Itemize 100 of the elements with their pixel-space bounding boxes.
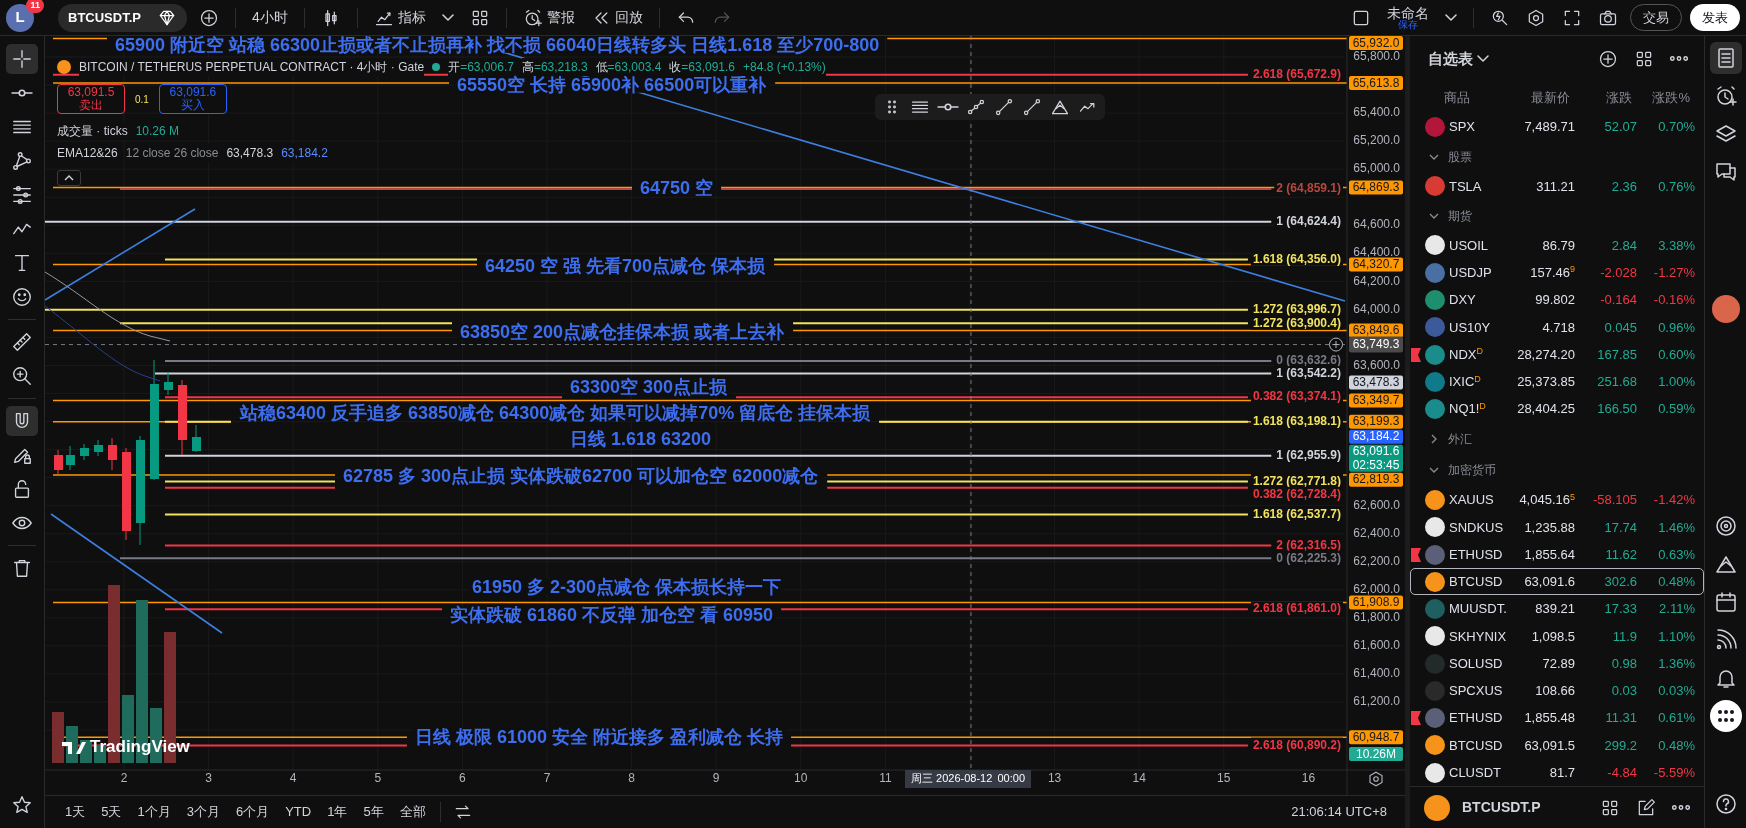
magnet-tool[interactable] — [6, 406, 38, 436]
ruler-icon — [11, 331, 33, 353]
crosshair-tool[interactable] — [6, 44, 38, 74]
watchlist-row[interactable]: BTCUSD 63,091.5 299.2 0.48% — [1410, 731, 1704, 760]
watchlist-row[interactable]: US10Y 4.718 0.045 0.96% — [1410, 313, 1704, 341]
symbol-search[interactable]: BTCUSDT.P — [58, 3, 187, 32]
price-change: +84.8 (+0.13%) — [743, 58, 826, 76]
symbol-name: US10Y — [1449, 318, 1492, 337]
group-header[interactable]: 加密货币 — [1410, 454, 1704, 487]
symbol-name: DXY — [1449, 291, 1477, 310]
level-label: 1.272 (63,900.4) — [1252, 315, 1341, 330]
watchlist-row[interactable]: IXIC$^{D}$ 25,373.85 251.68 1.00% — [1410, 368, 1704, 396]
price-tag: 65,613.8 — [1349, 75, 1403, 91]
sell-button[interactable]: 63,091.5 卖出 — [57, 84, 125, 114]
watchlist-row[interactable]: USDJP 157.46$^{9}$ -2.028 -1.27% — [1410, 259, 1704, 287]
time-axis-label: 16 — [1301, 771, 1316, 786]
replay-button[interactable]: 回放 — [586, 5, 647, 30]
interval-button[interactable]: 4小时 — [247, 5, 292, 30]
symbol-name: SKHYNIX — [1449, 627, 1508, 646]
buy-button[interactable]: 63,091.6 买入 — [158, 84, 227, 114]
range-button[interactable]: 6个月 — [229, 800, 276, 824]
price-change: -0.164 — [1599, 291, 1637, 310]
node-network-icon — [11, 150, 33, 172]
group-header[interactable]: 期货 — [1410, 200, 1704, 232]
apps-button[interactable] — [1709, 700, 1742, 732]
symbol-name: TSLA — [1449, 177, 1483, 196]
watchlist-row[interactable]: SPCXUS 108.66 0.03 0.03% — [1410, 677, 1704, 705]
settings-icon — [1526, 7, 1546, 28]
symbol-name: IXIC$^{D}$ — [1449, 372, 1482, 392]
caret-icon — [1477, 55, 1489, 63]
range-button[interactable]: 1天 — [59, 800, 92, 824]
candle — [192, 424, 201, 453]
chart-note: 日线 极限 61000 安全 附近接多 盈利减仓 长持 — [415, 726, 784, 747]
last-price: 86.79 — [1541, 236, 1575, 255]
watchlist-button[interactable] — [1709, 42, 1742, 74]
price-tag: 63,478.3 — [1349, 375, 1403, 390]
watchlist-row[interactable]: NQ1!$^{D}$ 28,404.25 166.50 0.59% — [1410, 395, 1704, 423]
column-header[interactable]: 涨跌% — [1632, 87, 1690, 108]
time-axis-label: 10 — [794, 771, 808, 786]
price-axis-label: 61,600.0 — [1353, 638, 1400, 653]
layout-name-button[interactable]: 未命名 保存 — [1383, 3, 1433, 32]
symbol-name: USOIL — [1449, 236, 1489, 255]
watchlist-row[interactable]: TSLA 311.21 2.36 0.76% — [1410, 172, 1704, 200]
price-axis-label: 62,400.0 — [1353, 525, 1400, 540]
range-button[interactable]: 5年 — [357, 800, 390, 824]
price-change: 0.045 — [1603, 318, 1637, 337]
time-axis-label: 3 — [205, 771, 212, 786]
watchlist-row[interactable]: SNDKUS 1,235.88 17.74 1.46% — [1410, 513, 1704, 541]
price-tag: 65,932.0 — [1349, 36, 1403, 50]
watchlist-row[interactable]: SOLUSD 72.89 0.98 1.36% — [1410, 649, 1704, 678]
price-change: 2.36 — [1610, 177, 1637, 196]
add-icon — [1598, 48, 1618, 69]
price-tag: 63,199.3 — [1349, 414, 1403, 429]
percent-change: -1.42% — [1652, 491, 1695, 510]
last-price: 311.21 — [1535, 177, 1575, 196]
watchlist-row[interactable]: CLUSDT 81.7 -4.84 -5.59% — [1410, 759, 1704, 787]
watchlist-row[interactable]: XAUUS 4,045.16$^{5}$ -58.105 -1.42% — [1410, 486, 1704, 514]
chevron-up-icon — [64, 174, 74, 182]
column-header[interactable]: 最新价 — [1504, 87, 1570, 108]
price-axis-label: 61,400.0 — [1353, 666, 1400, 681]
status-dot-icon — [432, 63, 441, 71]
price-tag: 60,948.7 — [1349, 729, 1403, 745]
publish-button[interactable]: 发表 — [1690, 3, 1740, 32]
range-button[interactable]: 5天 — [95, 800, 128, 824]
percent-change: 3.38% — [1657, 236, 1695, 255]
watchlist-title[interactable]: 自选表 — [1428, 47, 1489, 71]
range-button[interactable]: YTD — [279, 800, 318, 824]
range-button[interactable]: 1个月 — [131, 800, 177, 824]
watchlist-row[interactable]: SKHYNIX 1,098.5 11.9 1.10% — [1410, 622, 1704, 650]
column-header[interactable]: 商品 — [1422, 87, 1504, 108]
watchlist-row[interactable]: ETHUSD 1,855.48 11.31 0.61% — [1410, 704, 1704, 732]
collapse-legend-button[interactable] — [57, 170, 81, 186]
percent-change: 0.70% — [1657, 118, 1695, 137]
notification-count: 11 — [26, 0, 44, 13]
level-label: 0 (63,632.6) — [1276, 353, 1341, 368]
range-button[interactable]: 1年 — [321, 800, 354, 824]
price-change: -4.84 — [1606, 763, 1637, 782]
crosshair-time-label: 周三 2026-08-12 00:00 — [905, 770, 1031, 788]
percent-change: -0.16% — [1652, 291, 1695, 310]
watchlist-row[interactable]: SPX 7,489.71 52.07 0.70% — [1410, 113, 1704, 141]
watchlist-row[interactable]: ETHUSD 1,855.64 11.62 0.63% — [1410, 540, 1704, 569]
last-price: 1,098.5 — [1530, 627, 1575, 646]
indicator-value: 63,184.2 — [281, 144, 328, 162]
indicators-button[interactable]: 指标 — [369, 5, 430, 30]
alert-button[interactable]: 警报 — [518, 5, 579, 30]
watchlist-row[interactable]: USOIL 86.79 2.84 3.38% — [1410, 231, 1704, 260]
symbol-name: SPCXUS — [1449, 682, 1504, 701]
range-button[interactable]: 3个月 — [180, 800, 226, 824]
group-header[interactable]: 外汇 — [1410, 422, 1704, 455]
group-header[interactable]: 股票 — [1410, 140, 1704, 173]
watchlist-row[interactable]: DXY 99.802 -0.164 -0.16% — [1410, 286, 1704, 314]
range-button[interactable]: 全部 — [393, 800, 432, 824]
watchlist-row[interactable]: BTCUSD 63,091.6 302.6 0.48% — [1410, 568, 1704, 596]
watchlist-row[interactable]: MUUSDT. 839.21 17.33 2.11% — [1410, 595, 1704, 623]
column-header[interactable]: 涨跌 — [1570, 87, 1632, 108]
last-price: 839.21 — [1534, 600, 1575, 619]
symbol-name: XAUUS — [1449, 491, 1495, 510]
watchlist-row[interactable]: NDX$^{D}$ 28,274.20 167.85 0.60% — [1410, 340, 1704, 369]
zoom-in-icon — [11, 365, 33, 387]
price-axis-label: 63,600.0 — [1353, 357, 1400, 372]
